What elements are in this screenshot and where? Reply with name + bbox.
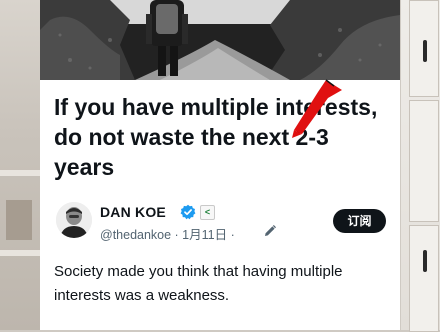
shelf bbox=[0, 250, 40, 256]
author-name[interactable]: DAN KOE bbox=[100, 204, 166, 220]
hero-image bbox=[40, 0, 400, 80]
affiliate-badge-icon[interactable]: < bbox=[200, 205, 215, 220]
avatar[interactable] bbox=[56, 202, 92, 238]
hero-illustration bbox=[40, 0, 400, 80]
verified-badge-icon bbox=[180, 204, 196, 220]
background-cabinet-right bbox=[400, 0, 440, 332]
article-body: Society made you think that having multi… bbox=[54, 263, 343, 304]
cabinet-handle bbox=[423, 250, 427, 272]
cabinet-door bbox=[409, 100, 439, 222]
avatar-portrait bbox=[56, 202, 92, 238]
handle-and-date: @thedankoe · 1月11日 · bbox=[100, 228, 235, 242]
storage-box bbox=[6, 200, 32, 240]
background-room-left bbox=[0, 0, 40, 330]
subscribe-button[interactable]: 订阅 bbox=[333, 209, 386, 233]
article-card: If you have multiple interests, do not w… bbox=[40, 0, 400, 330]
shelf bbox=[0, 170, 40, 176]
cabinet-door bbox=[409, 225, 439, 332]
cabinet-handle bbox=[423, 40, 427, 62]
red-arrow-icon bbox=[292, 79, 342, 138]
edit-icon[interactable] bbox=[263, 224, 277, 238]
